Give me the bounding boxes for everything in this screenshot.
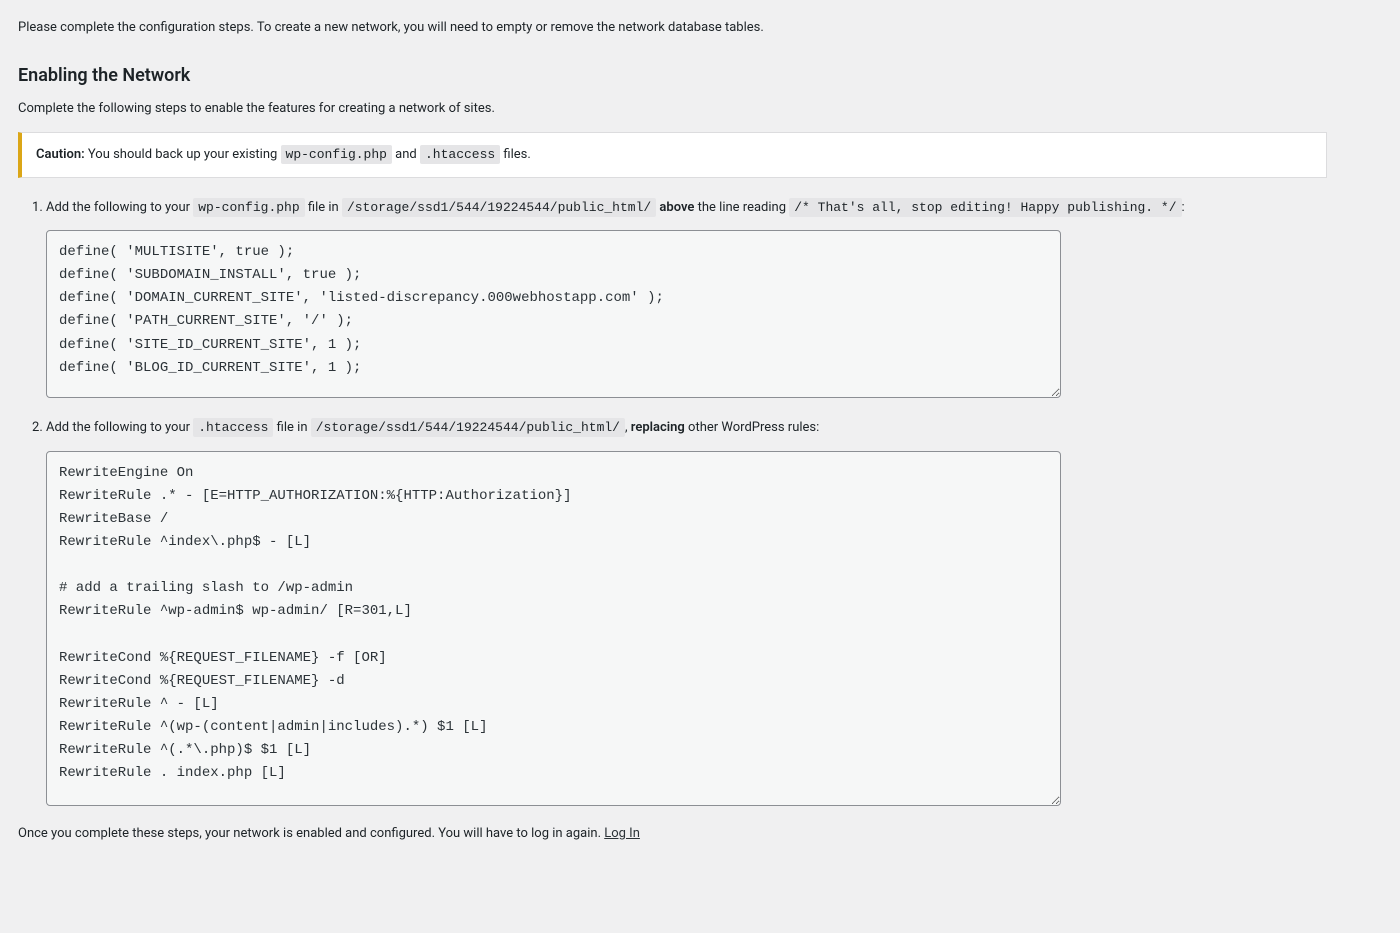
final-text: Once you complete these steps, your netw… bbox=[18, 826, 604, 841]
steps-list: Add the following to your wp-config.php … bbox=[32, 196, 1382, 806]
login-link[interactable]: Log In bbox=[604, 826, 640, 841]
step1-mid2: the line reading bbox=[694, 200, 789, 215]
step2-mid1: file in bbox=[273, 420, 310, 435]
step1-pre: Add the following to your bbox=[46, 200, 193, 215]
step2-file: .htaccess bbox=[193, 418, 273, 437]
caution-pre: You should back up your existing bbox=[85, 147, 281, 162]
section-heading: Enabling the Network bbox=[18, 62, 1382, 89]
caution-and: and bbox=[392, 147, 420, 162]
caution-notice: Caution: You should back up your existin… bbox=[18, 132, 1327, 178]
step-1: Add the following to your wp-config.php … bbox=[46, 196, 1382, 399]
step2-replacing: replacing bbox=[631, 420, 685, 435]
step1-post: : bbox=[1182, 200, 1185, 215]
wpconfig-code-block[interactable] bbox=[46, 230, 1061, 398]
step2-pre: Add the following to your bbox=[46, 420, 193, 435]
step2-path: /storage/ssd1/544/19224544/public_html/ bbox=[311, 418, 625, 437]
section-description: Complete the following steps to enable t… bbox=[18, 99, 1382, 119]
intro-text: Please complete the configuration steps.… bbox=[18, 18, 1382, 38]
caution-label: Caution: bbox=[36, 147, 85, 162]
step-2: Add the following to your .htaccess file… bbox=[46, 416, 1382, 806]
step1-above: above bbox=[659, 200, 694, 215]
step1-file: wp-config.php bbox=[193, 198, 304, 217]
final-note: Once you complete these steps, your netw… bbox=[18, 824, 1382, 844]
step1-comment: /* That's all, stop editing! Happy publi… bbox=[789, 198, 1181, 217]
caution-post: files. bbox=[500, 147, 531, 162]
htaccess-code-block[interactable] bbox=[46, 451, 1061, 806]
caution-file-htaccess: .htaccess bbox=[420, 145, 500, 164]
step1-mid1: file in bbox=[305, 200, 342, 215]
step1-path: /storage/ssd1/544/19224544/public_html/ bbox=[342, 198, 656, 217]
caution-file-wpconfig: wp-config.php bbox=[281, 145, 392, 164]
step2-post: other WordPress rules: bbox=[685, 420, 819, 435]
